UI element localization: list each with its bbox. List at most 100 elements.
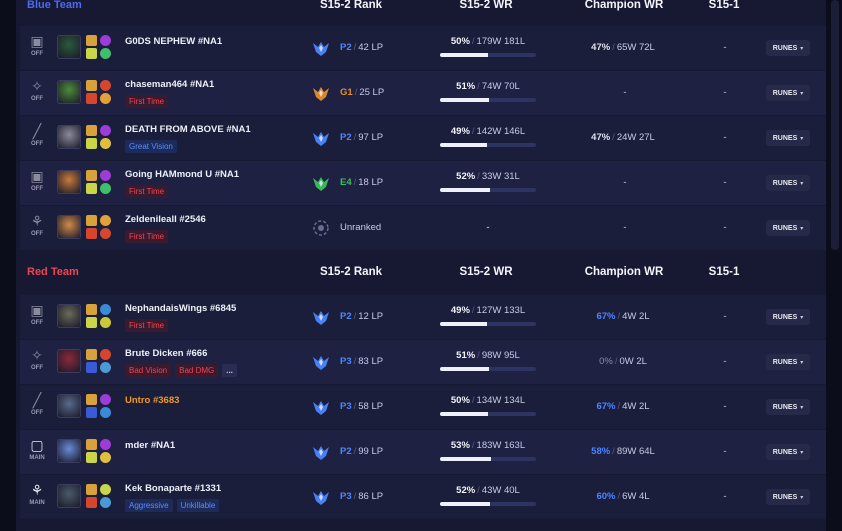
top-lane-icon: ╱ OFF <box>26 392 48 422</box>
separator: / <box>612 132 615 143</box>
summoner-spell-icon[interactable] <box>86 407 97 418</box>
winrate-bar <box>440 322 536 326</box>
rune-icon[interactable] <box>100 228 111 239</box>
player-tags: Aggressive Unkillable <box>125 499 220 512</box>
champion-win-loss: 0W 2L <box>619 356 647 367</box>
champion-portrait[interactable] <box>57 170 81 194</box>
summoner-name[interactable]: Untro #3683 <box>125 395 179 406</box>
rune-icon[interactable] <box>100 35 111 46</box>
summoner-spell-icon[interactable] <box>86 497 97 508</box>
summoner-spell-icon[interactable] <box>86 317 97 328</box>
runes-button[interactable]: RUNES ▾ <box>766 85 810 101</box>
rune-icon[interactable] <box>100 215 111 226</box>
champion-portrait[interactable] <box>57 35 81 59</box>
winrate-percent: 51% <box>456 81 476 92</box>
rune-icon[interactable] <box>100 80 111 91</box>
runes-button[interactable]: RUNES ▾ <box>766 399 810 415</box>
rune-icon[interactable] <box>100 48 111 59</box>
runes-button[interactable]: RUNES ▾ <box>766 175 810 191</box>
runes-button-label: RUNES <box>772 403 798 411</box>
top-lane-icon-glyph: ╱ <box>32 124 42 140</box>
scroll-thumb[interactable] <box>831 0 839 250</box>
summoner-spell-icon[interactable] <box>86 93 97 104</box>
player-row[interactable]: ✧ OFF Brute Dicken #666 Bad Vision Bad DMG..… <box>20 340 826 384</box>
rune-icon[interactable] <box>100 439 111 450</box>
champion-portrait[interactable] <box>57 215 81 239</box>
chevron-down-icon: ▾ <box>800 448 804 456</box>
player-row[interactable]: ⚘ OFF Zeldenileall #2546 First Time Unranked… <box>20 206 826 250</box>
player-row[interactable]: ⚘ MAIN Kek Bonaparte #1331 Aggressive Unkill… <box>20 475 826 519</box>
rune-icon[interactable] <box>100 317 111 328</box>
summoner-spell-icon[interactable] <box>86 228 97 239</box>
rune-icon[interactable] <box>100 394 111 405</box>
champion-portrait[interactable] <box>57 484 81 508</box>
player-row[interactable]: ▣ OFF Going HAMmond U #NA1 First Time E4/18 … <box>20 161 826 205</box>
runes-button[interactable]: RUNES ▾ <box>766 444 810 460</box>
player-row[interactable]: ▣ OFF G0DS NEPHEW #NA1 P2/42 LP 50%/179W 181… <box>20 26 826 70</box>
rank-lp: 86 LP <box>358 491 384 502</box>
separator: / <box>353 356 357 367</box>
champion-portrait[interactable] <box>57 439 81 463</box>
player-row[interactable]: ▢ MAIN mder #NA1 P2/99 LP 53%/183W 163L 58%/8… <box>20 430 826 474</box>
rune-icon[interactable] <box>100 125 111 136</box>
rune-icon[interactable] <box>100 452 111 463</box>
runes-button[interactable]: RUNES ▾ <box>766 130 810 146</box>
rune-icon[interactable] <box>100 349 111 360</box>
summoner-spell-icon[interactable] <box>86 439 97 450</box>
rune-icon[interactable] <box>100 484 111 495</box>
rune-icon[interactable] <box>100 170 111 181</box>
rune-icon[interactable] <box>100 138 111 149</box>
player-row[interactable]: ╱ OFF Untro #3683 P3/58 LP 50%/134W 134L 67% /… <box>20 385 826 429</box>
champion-portrait[interactable] <box>57 125 81 149</box>
summoner-name[interactable]: DEATH FROM ABOVE #NA1 <box>125 124 251 135</box>
summoner-name[interactable]: Brute Dicken #666 <box>125 348 207 359</box>
scrollbar[interactable] <box>828 0 842 531</box>
summoner-spell-icon[interactable] <box>86 48 97 59</box>
summoner-spell-icon[interactable] <box>86 138 97 149</box>
summoner-spell-icon[interactable] <box>86 349 97 360</box>
summoner-spell-icon[interactable] <box>86 394 97 405</box>
winrate-percent: 49% <box>450 305 470 316</box>
summoner-name[interactable]: Going HAMmond U #NA1 <box>125 169 239 180</box>
summoner-name[interactable]: Kek Bonaparte #1331 <box>125 483 221 494</box>
rune-icon[interactable] <box>100 407 111 418</box>
summoner-spell-icon[interactable] <box>86 125 97 136</box>
champion-portrait[interactable] <box>57 394 81 418</box>
summoner-name[interactable]: chaseman464 #NA1 <box>125 79 214 90</box>
summoner-spell-icon[interactable] <box>86 215 97 226</box>
rune-icon[interactable] <box>100 497 111 508</box>
rank-label: P2/12 LP <box>340 311 383 322</box>
player-row[interactable]: ▣ OFF NephandaisWings #6845 First Time P2/12… <box>20 295 826 339</box>
separator: / <box>354 87 358 98</box>
runes-button[interactable]: RUNES ▾ <box>766 489 810 505</box>
player-row[interactable]: ✧ OFF chaseman464 #NA1 First Time G1/25 LP 51… <box>20 71 826 115</box>
summoner-spell-icon[interactable] <box>86 484 97 495</box>
runes-button[interactable]: RUNES ▾ <box>766 354 810 370</box>
summoner-name[interactable]: Zeldenileall #2546 <box>125 214 206 225</box>
summoner-spell-icon[interactable] <box>86 452 97 463</box>
runes-button[interactable]: RUNES ▾ <box>766 40 810 56</box>
summoner-spell-icon[interactable] <box>86 35 97 46</box>
summoner-name[interactable]: G0DS NEPHEW #NA1 <box>125 36 222 47</box>
summoner-spell-icon[interactable] <box>86 183 97 194</box>
summoner-spell-icon[interactable] <box>86 80 97 91</box>
runes-button-label: RUNES <box>772 358 798 366</box>
champion-portrait[interactable] <box>57 80 81 104</box>
rune-icon[interactable] <box>100 183 111 194</box>
summoner-spell-icon[interactable] <box>86 170 97 181</box>
win-loss: 74W 70L <box>481 81 520 92</box>
summoner-spell-icon[interactable] <box>86 362 97 373</box>
summoner-name[interactable]: NephandaisWings #6845 <box>125 303 236 314</box>
rune-icon[interactable] <box>100 93 111 104</box>
rune-icon[interactable] <box>100 304 111 315</box>
champion-win-loss: 89W 64L <box>616 446 655 457</box>
summoner-spell-icon[interactable] <box>86 304 97 315</box>
rune-icon[interactable] <box>100 362 111 373</box>
summoner-name[interactable]: mder #NA1 <box>125 440 175 451</box>
champion-portrait[interactable] <box>57 304 81 328</box>
player-row[interactable]: ╱ OFF DEATH FROM ABOVE #NA1 Great Vision P2/… <box>20 116 826 160</box>
runes-button[interactable]: RUNES ▾ <box>766 309 810 325</box>
champion-portrait[interactable] <box>57 349 81 373</box>
runes-button[interactable]: RUNES ▾ <box>766 220 810 236</box>
player-tag[interactable]: ... <box>222 364 237 377</box>
